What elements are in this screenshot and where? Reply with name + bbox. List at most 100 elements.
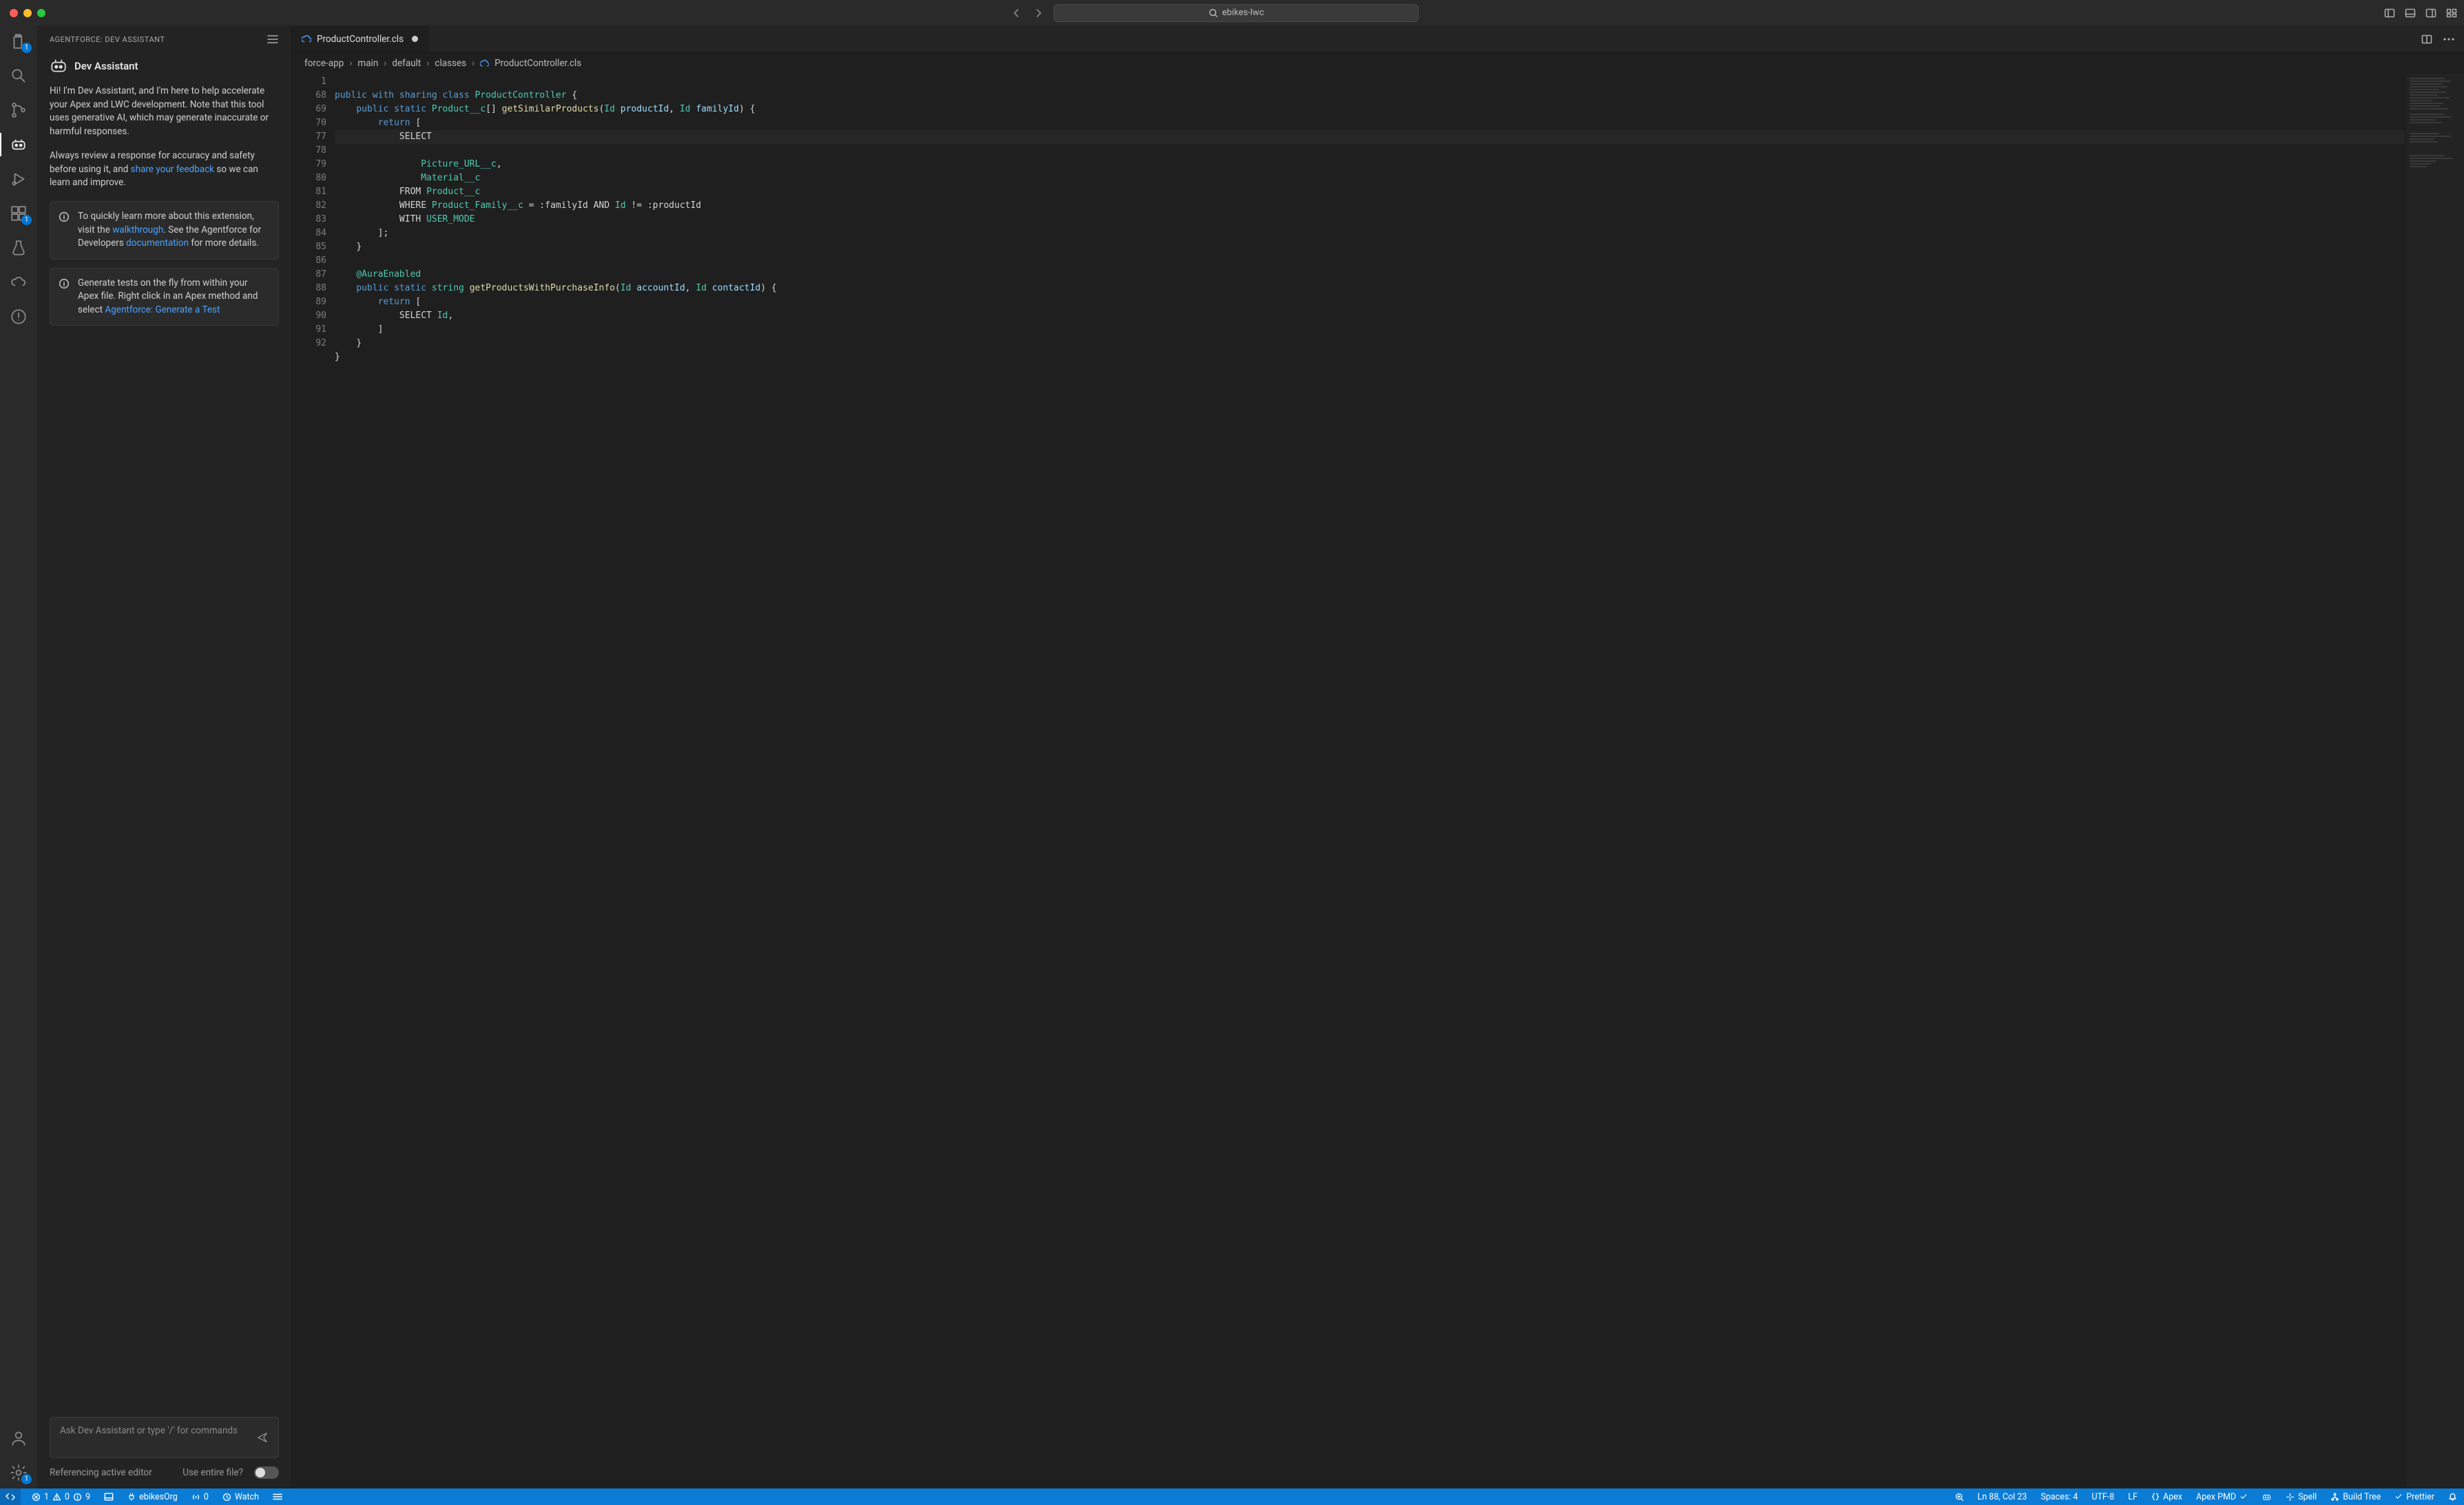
editor: ProductController.cls force-app› main› d…	[292, 25, 2464, 1488]
status-menu[interactable]	[270, 1493, 285, 1501]
crumb[interactable]: main	[357, 58, 378, 69]
lineno: 81	[292, 185, 326, 199]
layout-customize-icon[interactable]	[2446, 8, 2457, 19]
modified-indicator-icon	[412, 36, 418, 42]
lineno: 79	[292, 158, 326, 171]
status-prettier[interactable]: Prettier	[2392, 1492, 2437, 1502]
use-entire-file-label: Use entire file?	[182, 1467, 243, 1478]
info-icon	[59, 278, 70, 289]
lineno: 83	[292, 213, 326, 227]
assistant-avatar-icon	[50, 57, 67, 75]
share-feedback-link[interactable]: share your feedback	[131, 164, 214, 175]
send-icon[interactable]	[256, 1431, 269, 1444]
tab-productcontroller[interactable]: ProductController.cls	[292, 25, 428, 52]
lineno: 1	[292, 75, 326, 89]
lineno: 82	[292, 199, 326, 213]
lineno: 90	[292, 309, 326, 323]
issues-icon[interactable]	[10, 308, 28, 326]
minimap[interactable]	[2405, 74, 2464, 1488]
command-center[interactable]: ebikes-lwc	[1054, 4, 1419, 22]
zoom-icon	[1955, 1493, 1964, 1502]
close-window-button[interactable]	[10, 9, 18, 17]
line-gutter: 1 68 69 70 77 78 79 80 81 82 83 84 85 86…	[292, 74, 335, 1488]
cursor-pos: Ln 88, Col 23	[1978, 1492, 2027, 1502]
layout-secondary-sidebar-icon[interactable]	[2425, 8, 2436, 19]
accounts-icon[interactable]	[10, 1429, 28, 1447]
layout-icon	[104, 1492, 114, 1502]
status-build-tree[interactable]: Build Tree	[2328, 1492, 2383, 1502]
lineno: 78	[292, 144, 326, 158]
nav-forward-icon[interactable]	[1033, 8, 1044, 19]
status-editor-layout[interactable]	[101, 1492, 116, 1502]
walkthrough-link[interactable]: walkthrough	[112, 224, 163, 235]
lineno: 92	[292, 337, 326, 350]
problems[interactable]: 1 0 9	[29, 1492, 93, 1502]
lineno: 69	[292, 103, 326, 116]
error-icon	[32, 1493, 41, 1502]
search-activity-icon[interactable]	[10, 67, 28, 85]
status-watch[interactable]: Watch	[220, 1492, 262, 1502]
status-org[interactable]: ebikesOrg	[125, 1492, 180, 1502]
check-icon	[2239, 1493, 2248, 1501]
assistant-input[interactable]: Ask Dev Assistant or type '/' for comman…	[50, 1417, 279, 1458]
status-apex-pmd[interactable]: Apex PMD	[2193, 1492, 2251, 1502]
breadcrumb[interactable]: force-app› main› default› classes› Produ…	[292, 53, 2464, 74]
crumb[interactable]: ProductController.cls	[494, 58, 581, 69]
panel-menu-icon[interactable]	[267, 34, 279, 44]
status-cursor-pos[interactable]: Ln 88, Col 23	[1975, 1492, 2030, 1502]
settings-badge: 1	[21, 1474, 32, 1484]
lineno: 68	[292, 89, 326, 103]
info-count: 9	[85, 1492, 90, 1502]
activity-bar: 1 1 1	[0, 25, 37, 1488]
run-debug-icon[interactable]	[10, 170, 28, 188]
status-ports[interactable]: 0	[189, 1492, 211, 1502]
status-encoding[interactable]: UTF-8	[2089, 1492, 2117, 1502]
lineno: 89	[292, 295, 326, 309]
status-language[interactable]: Apex	[2149, 1492, 2185, 1502]
minimize-window-button[interactable]	[23, 9, 32, 17]
split-editor-icon[interactable]	[2421, 34, 2432, 45]
watch-label: Watch	[235, 1492, 259, 1502]
status-agentforce[interactable]	[2259, 1492, 2275, 1502]
testing-icon[interactable]	[10, 239, 28, 257]
crumb[interactable]: force-app	[304, 58, 344, 69]
use-entire-file-toggle[interactable]	[254, 1466, 279, 1479]
indent-label: Spaces: 4	[2040, 1492, 2078, 1502]
remote-indicator[interactable]	[0, 1488, 21, 1505]
salesforce-cloud-icon[interactable]	[10, 273, 28, 291]
status-eol[interactable]: LF	[2125, 1492, 2140, 1502]
generate-test-link[interactable]: Agentforce: Generate a Test	[105, 304, 220, 315]
status-indent[interactable]: Spaces: 4	[2038, 1492, 2080, 1502]
documentation-link[interactable]: documentation	[126, 238, 189, 249]
lineno: 84	[292, 227, 326, 240]
language-label: Apex	[2163, 1492, 2182, 1502]
layout-panel-icon[interactable]	[2405, 8, 2416, 19]
source-control-icon[interactable]	[10, 101, 28, 119]
status-zoom[interactable]	[1952, 1493, 1967, 1502]
crumb[interactable]: default	[392, 58, 421, 69]
tree-icon	[2330, 1493, 2339, 1502]
status-spell[interactable]: Spell	[2283, 1492, 2319, 1502]
extensions-icon[interactable]: 1	[10, 204, 28, 222]
more-actions-icon[interactable]	[2443, 38, 2454, 41]
referencing-label: Referencing active editor	[50, 1467, 152, 1478]
lineno: 70	[292, 116, 326, 130]
workspace-name: ebikes-lwc	[1222, 8, 1264, 18]
assistant-review: Always review a response for accuracy an…	[50, 149, 279, 190]
layout-primary-sidebar-icon[interactable]	[2384, 8, 2395, 19]
assistant-input-placeholder: Ask Dev Assistant or type '/' for comman…	[60, 1425, 238, 1436]
settings-gear-icon[interactable]: 1	[10, 1464, 28, 1482]
check-icon	[2394, 1493, 2403, 1501]
assistant-title: Dev Assistant	[74, 60, 138, 72]
dev-assistant-panel: AGENTFORCE: DEV ASSISTANT Dev Assistant …	[37, 25, 292, 1488]
extensions-badge: 1	[21, 215, 32, 225]
code-area[interactable]: public with sharing class ProductControl…	[335, 74, 2405, 1488]
nav-back-icon[interactable]	[1011, 8, 1022, 19]
status-notifications[interactable]	[2445, 1493, 2460, 1502]
title-bar: ebikes-lwc	[0, 0, 2464, 25]
agentforce-icon[interactable]	[10, 136, 28, 154]
walkthrough-box: To quickly learn more about this extensi…	[50, 201, 279, 260]
explorer-icon[interactable]: 1	[10, 32, 28, 50]
crumb[interactable]: classes	[435, 58, 466, 69]
zoom-window-button[interactable]	[37, 9, 45, 17]
